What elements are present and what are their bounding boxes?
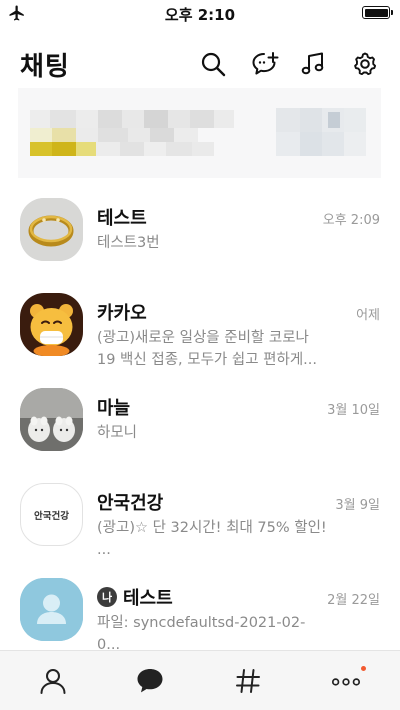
tab-bar <box>0 650 400 710</box>
more-icon[interactable] <box>330 665 362 697</box>
chat-preview: 하모니 <box>97 425 138 441</box>
status-time: 오후 2:10 <box>164 6 236 24</box>
chat-list-item[interactable]: 카카오 (광고)새로운 일상을 준비할 코로나 19 백신 접종, 모두가 쉽고… <box>0 283 400 375</box>
chat-time: 3월 10일 <box>327 403 380 418</box>
chat-name: 테스트 <box>97 208 147 229</box>
page-title: 채팅 <box>20 52 70 82</box>
chat-name: 나 테스트 <box>97 584 173 610</box>
friends-icon[interactable] <box>37 665 69 697</box>
chat-list-item[interactable]: 안국건강 안국건강 (광고)☆ 단 32시간! 최대 75% 할인! ... 3… <box>0 473 400 565</box>
chat-time: 어제 <box>356 308 380 323</box>
ring-photo-avatar <box>20 198 83 261</box>
new-chat-icon[interactable] <box>251 50 279 78</box>
chat-time: 3월 9일 <box>335 498 380 513</box>
chat-list-item[interactable]: 마늘 하모니 3월 10일 <box>0 378 400 470</box>
slippers-photo-avatar <box>20 388 83 451</box>
chat-time: 2월 22일 <box>327 593 380 608</box>
chat-list-item[interactable]: 나 테스트 파일: syncdefaultsd-2021-02-0... 2월 … <box>0 568 400 660</box>
chat-name: 카카오 <box>97 303 147 324</box>
me-badge: 나 <box>97 587 117 607</box>
music-icon[interactable] <box>299 50 327 78</box>
ad-banner[interactable] <box>18 88 381 178</box>
chat-preview: 테스트3번 <box>97 235 160 251</box>
brand-logo-avatar: 안국건강 <box>20 483 83 546</box>
chat-name-text: 테스트 <box>123 588 173 609</box>
chat-preview: (광고)새로운 일상을 준비할 코로나 19 백신 접종, 모두가 쉽고 편하게… <box>97 330 318 368</box>
notification-dot <box>361 666 366 671</box>
settings-icon[interactable] <box>351 50 379 78</box>
chat-time: 오후 2:09 <box>322 213 380 228</box>
brand-logo-text: 안국건강 <box>34 510 69 522</box>
hashtag-icon[interactable] <box>232 665 264 697</box>
chat-name: 마늘 <box>97 398 131 419</box>
status-bar: 오후 2:10 <box>0 0 400 26</box>
header: 채팅 <box>0 40 400 88</box>
chat-preview: (광고)☆ 단 32시간! 최대 75% 할인! ... <box>97 520 327 558</box>
chat-list-item[interactable]: 테스트 테스트3번 오후 2:09 <box>0 188 400 280</box>
search-icon[interactable] <box>199 50 227 78</box>
chat-icon[interactable] <box>134 665 166 697</box>
chat-name: 안국건강 <box>97 493 164 514</box>
battery-icon <box>362 6 393 19</box>
default-profile-avatar <box>20 578 83 641</box>
kakao-character-avatar <box>20 293 83 356</box>
